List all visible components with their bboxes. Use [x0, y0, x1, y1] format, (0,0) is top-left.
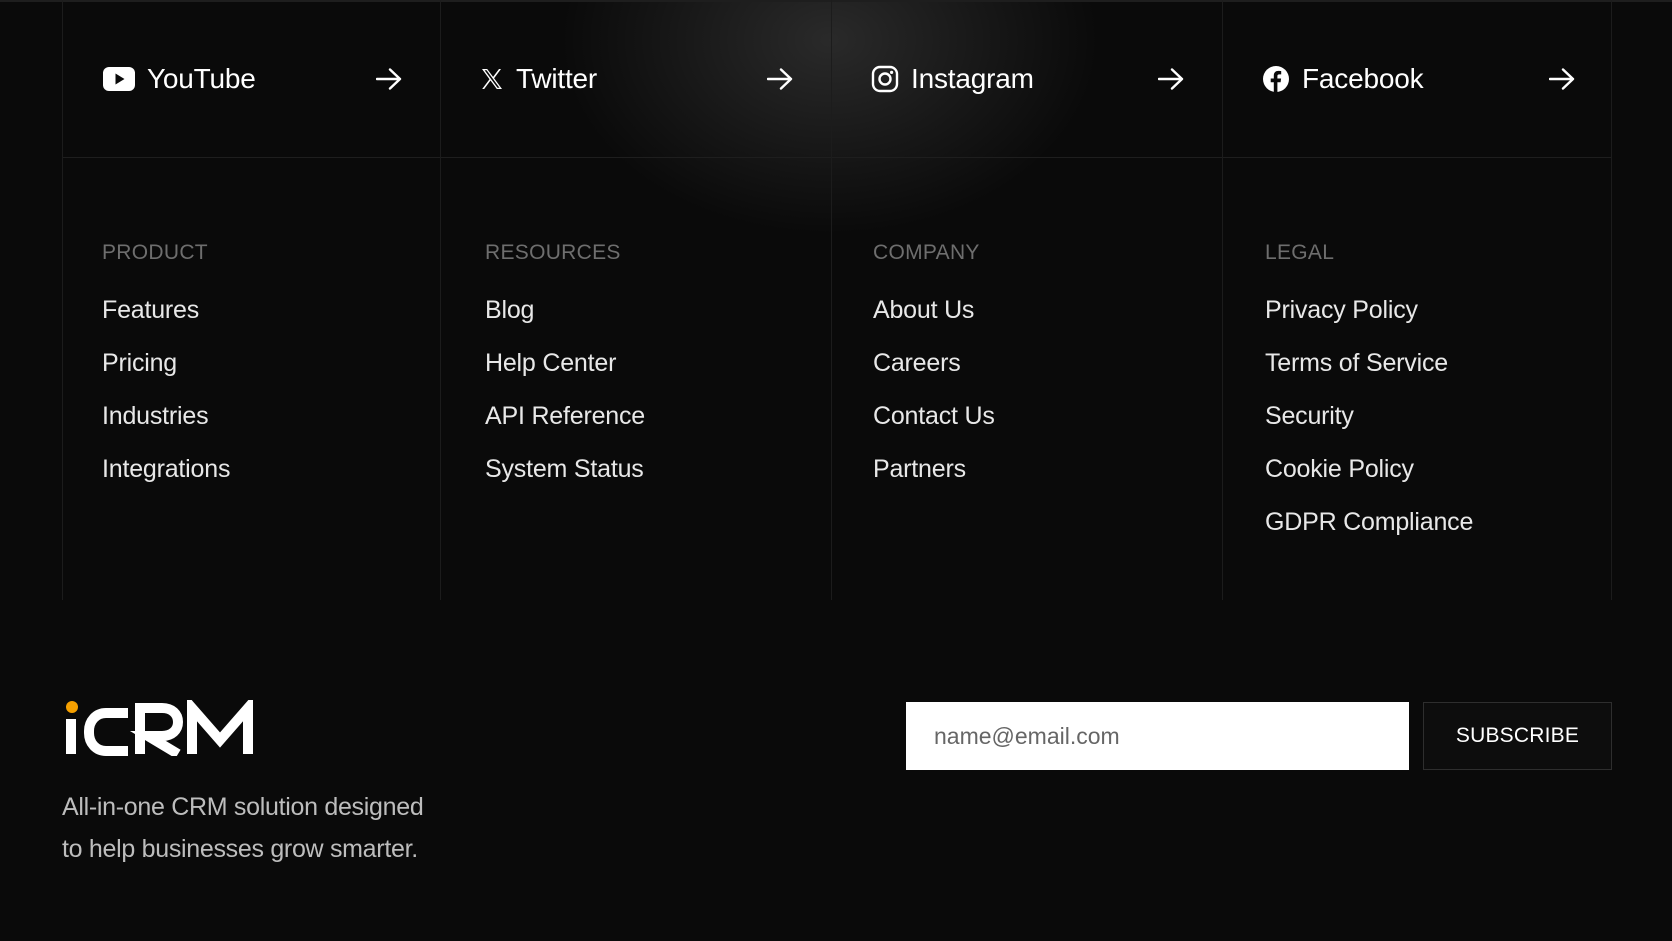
footer-column-company: COMPANY About Us Careers Contact Us Part… — [873, 240, 995, 507]
arrow-right-icon — [767, 67, 793, 90]
arrow-right-icon — [1549, 67, 1575, 90]
footer-link[interactable]: Features — [102, 295, 230, 348]
footer-link[interactable]: Pricing — [102, 348, 230, 401]
social-label-twitter: Twitter — [516, 62, 598, 94]
social-link-twitter-content: Twitter — [480, 63, 597, 95]
footer: YouTube Twitter Instagram Facebook PRODU… — [0, 0, 1672, 941]
footer-link[interactable]: Contact Us — [873, 401, 995, 454]
social-link-facebook[interactable]: Facebook — [1222, 0, 1613, 157]
column-heading: PRODUCT — [102, 241, 208, 264]
social-label-youtube: YouTube — [147, 62, 256, 94]
footer-link[interactable]: Blog — [485, 295, 645, 348]
footer-column-resources: RESOURCES Blog Help Center API Reference… — [485, 240, 645, 507]
instagram-icon — [871, 65, 899, 93]
newsletter-email-input[interactable] — [906, 702, 1409, 770]
arrow-right-icon — [376, 67, 402, 90]
social-link-twitter[interactable]: Twitter — [440, 0, 831, 157]
footer-link[interactable]: About Us — [873, 295, 995, 348]
icrm-logo — [66, 700, 253, 756]
arrow-right-icon — [1158, 67, 1184, 90]
row-divider — [63, 157, 1611, 158]
subscribe-button[interactable]: SUBSCRIBE — [1423, 702, 1612, 770]
footer-link[interactable]: System Status — [485, 454, 645, 507]
footer-link[interactable]: Help Center — [485, 348, 645, 401]
footer-column-product: PRODUCT Features Pricing Industries Inte… — [102, 240, 230, 507]
tagline-line: All-in-one CRM solution designed — [62, 793, 424, 821]
tagline-line: to help businesses grow smarter. — [62, 835, 418, 863]
footer-link[interactable]: API Reference — [485, 401, 645, 454]
social-link-instagram[interactable]: Instagram — [831, 0, 1222, 157]
footer-link[interactable]: Terms of Service — [1265, 348, 1473, 401]
footer-link[interactable]: Partners — [873, 454, 995, 507]
footer-link[interactable]: Privacy Policy — [1265, 295, 1473, 348]
logo-accent-dot — [66, 701, 78, 713]
column-heading: LEGAL — [1265, 241, 1335, 264]
social-link-facebook-content: Facebook — [1262, 62, 1424, 95]
brand-logo[interactable] — [62, 700, 272, 756]
column-heading: COMPANY — [873, 241, 980, 264]
x-twitter-icon — [480, 67, 504, 91]
youtube-icon — [103, 66, 135, 91]
social-link-youtube[interactable]: YouTube — [63, 0, 440, 157]
footer-link[interactable]: GDPR Compliance — [1265, 507, 1473, 560]
footer-link[interactable]: Security — [1265, 401, 1473, 454]
social-label-facebook: Facebook — [1302, 62, 1424, 94]
footer-link[interactable]: Cookie Policy — [1265, 454, 1473, 507]
social-link-instagram-content: Instagram — [871, 63, 1034, 95]
social-label-instagram: Instagram — [911, 62, 1034, 94]
footer-link[interactable]: Integrations — [102, 454, 230, 507]
footer-column-legal: LEGAL Privacy Policy Terms of Service Se… — [1265, 240, 1473, 560]
facebook-icon — [1262, 65, 1290, 93]
footer-link[interactable]: Industries — [102, 401, 230, 454]
brand-tagline: All-in-one CRM solution designed to help… — [62, 786, 482, 870]
column-heading: RESOURCES — [485, 241, 621, 264]
social-link-youtube-content: YouTube — [103, 63, 256, 95]
footer-link[interactable]: Careers — [873, 348, 995, 401]
